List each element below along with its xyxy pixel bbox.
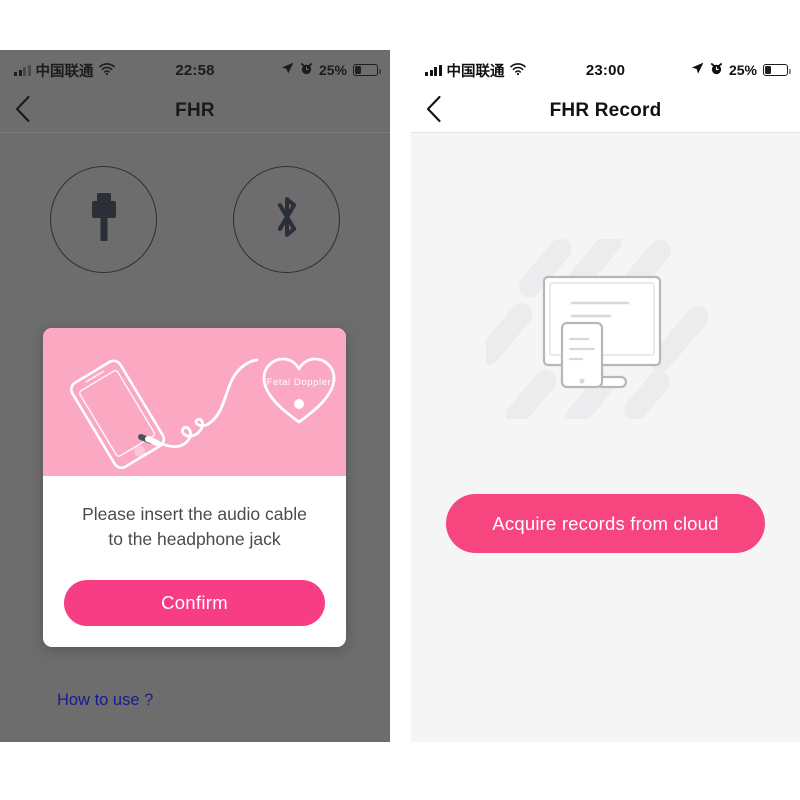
location-arrow-icon: [691, 62, 704, 78]
connect-body: How to use ? Fetal Doppler Please insert…: [0, 133, 390, 742]
status-bar: 中国联通 23:00 25%: [411, 50, 800, 90]
how-to-use-link[interactable]: How to use ?: [57, 691, 153, 710]
heart-doppler-icon: Fetal Doppler: [262, 357, 336, 424]
alarm-clock-icon: [300, 62, 313, 78]
bluetooth-icon: [270, 192, 304, 247]
alarm-clock-icon: [710, 62, 723, 78]
page-title: FHR Record: [549, 100, 662, 121]
page-title: FHR: [175, 100, 215, 121]
back-button[interactable]: [14, 90, 48, 132]
audio-jack-plug-icon: [87, 191, 121, 248]
bluetooth-device-button[interactable]: [233, 166, 340, 273]
location-arrow-icon: [281, 62, 294, 78]
back-button[interactable]: [425, 90, 459, 132]
status-bar-right: 25%: [691, 62, 791, 78]
screenshot-stage: 中国联通 22:58 25% FHR How to use ? Fetal Do…: [0, 0, 800, 800]
battery-icon: [763, 64, 791, 76]
insert-cable-dialog: Fetal Doppler Please insert the audio ca…: [43, 328, 346, 647]
battery-icon: [353, 64, 381, 76]
empty-state-illustration: [411, 239, 800, 419]
nav-bar: FHR Record: [411, 90, 800, 133]
battery-percent-label: 25%: [728, 62, 757, 78]
monitor-and-phone-empty-state-icon: [485, 239, 709, 419]
phone-screen-fhr-connect: 中国联通 22:58 25% FHR How to use ? Fetal Do…: [0, 50, 390, 742]
back-chevron-icon: [14, 95, 31, 128]
dialog-illustration: Fetal Doppler: [43, 328, 346, 476]
audio-jack-device-button[interactable]: [50, 166, 157, 273]
nav-bar: FHR: [0, 90, 390, 133]
confirm-button[interactable]: Confirm: [64, 579, 325, 626]
doppler-device-label: Fetal Doppler: [267, 377, 332, 388]
dialog-message-line1: Please insert the audio cable: [82, 504, 307, 524]
audio-cable-icon: [138, 358, 259, 448]
dialog-message: Please insert the audio cable to the hea…: [43, 476, 346, 558]
status-bar: 中国联通 22:58 25%: [0, 50, 390, 90]
acquire-records-button[interactable]: Acquire records from cloud: [446, 494, 765, 553]
phone-screen-fhr-record: 中国联通 23:00 25% FHR Record Acquire record…: [411, 50, 800, 742]
dialog-message-line2: to the headphone jack: [108, 528, 281, 549]
battery-percent-label: 25%: [318, 62, 347, 78]
smartphone-outline-icon: [70, 359, 166, 470]
device-options: [0, 166, 390, 273]
back-chevron-icon: [425, 95, 442, 128]
record-body: Acquire records from cloud: [411, 133, 800, 742]
status-bar-right: 25%: [281, 62, 381, 78]
phone-cable-doppler-illustration: Fetal Doppler: [70, 357, 336, 470]
